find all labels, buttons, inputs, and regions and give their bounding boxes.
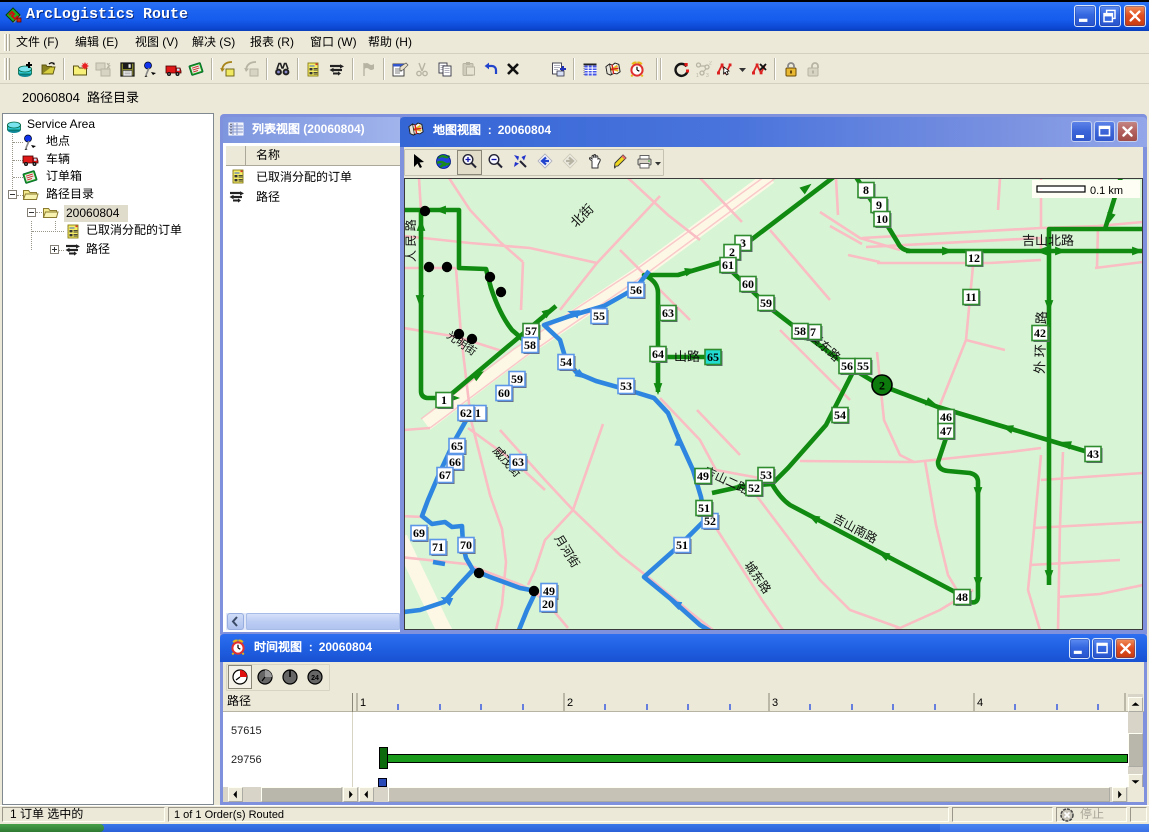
svg-text:(F): (F) bbox=[43, 36, 58, 49]
svg-text:24: 24 bbox=[311, 675, 319, 682]
svg-text:1: 1 bbox=[696, 73, 699, 79]
svg-text:2: 2 bbox=[709, 61, 712, 67]
svg-text:(H): (H) bbox=[395, 36, 412, 49]
svg-text::: : bbox=[309, 641, 313, 654]
svg-text:(20060804): (20060804) bbox=[303, 123, 364, 136]
svg-text:20060804: 20060804 bbox=[319, 641, 372, 654]
svg-text:3: 3 bbox=[772, 697, 778, 709]
svg-text:20060804: 20060804 bbox=[498, 124, 551, 137]
svg-text::: : bbox=[488, 124, 492, 137]
svg-text:(E): (E) bbox=[102, 36, 118, 49]
svg-text:(W): (W) bbox=[337, 36, 356, 49]
svg-text:4: 4 bbox=[977, 697, 983, 709]
svg-text:(S): (S) bbox=[219, 36, 235, 49]
svg-text:20060804: 20060804 bbox=[22, 91, 80, 105]
svg-text:(R): (R) bbox=[277, 36, 294, 49]
svg-text:1: 1 bbox=[10, 808, 17, 821]
svg-text:2: 2 bbox=[567, 697, 573, 709]
svg-text:(V): (V) bbox=[162, 36, 178, 49]
svg-text:3: 3 bbox=[706, 73, 709, 79]
svg-text:1: 1 bbox=[360, 697, 366, 709]
